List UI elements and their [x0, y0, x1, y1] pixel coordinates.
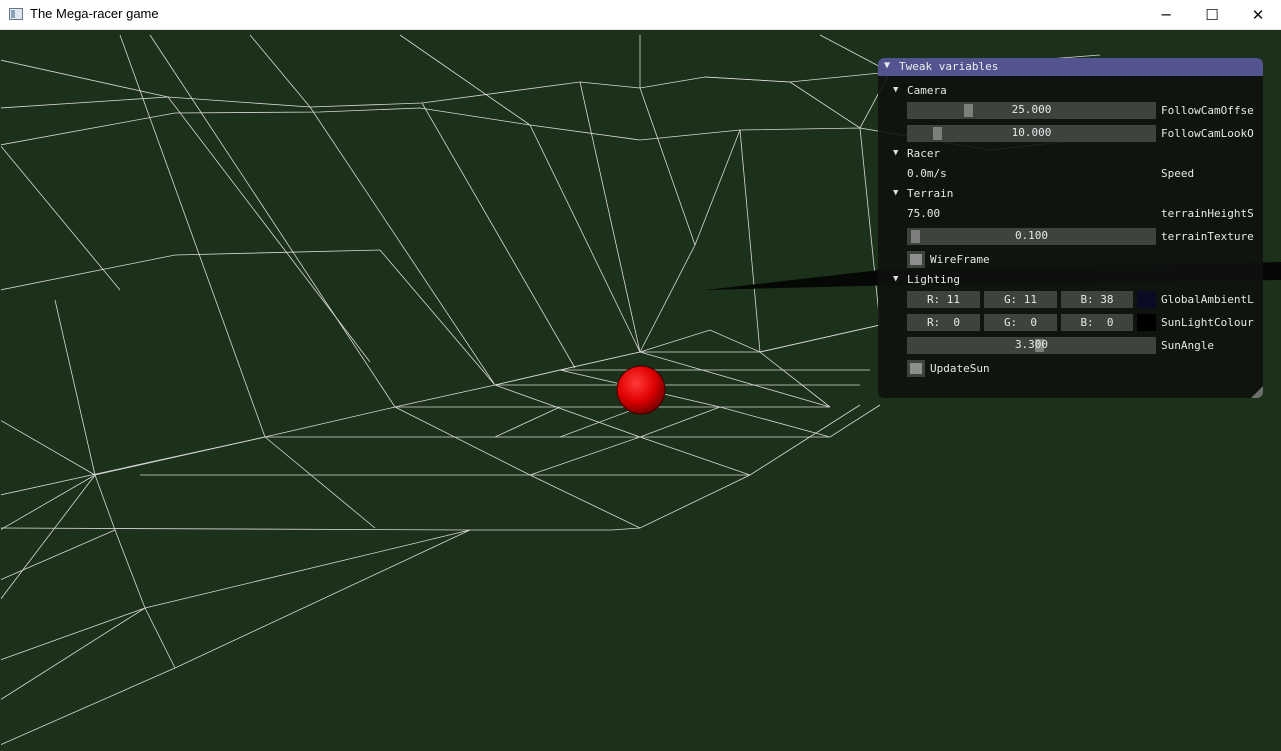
window-title: The Mega-racer game: [30, 6, 159, 21]
terrain-edge: [1, 249, 881, 386]
wireframe-label: WireFrame: [930, 253, 990, 266]
terrain-edge: [639, 351, 831, 408]
triangle-down-icon[interactable]: ▼: [893, 148, 898, 158]
terrain-edge: [704, 76, 791, 83]
triangle-down-icon[interactable]: ▼: [884, 60, 890, 71]
terrain-edge: [54, 299, 96, 476]
terrain-edge: [1, 474, 176, 669]
panel-title: Tweak variables: [899, 60, 999, 73]
sun-light-label: SunLightColour: [1161, 316, 1254, 329]
follow-cam-lookat-label: FollowCamLookO: [1161, 127, 1254, 140]
minimize-button[interactable]: ─: [1143, 0, 1189, 30]
slider-value: 0.100: [1014, 229, 1049, 242]
sun-light-swatch[interactable]: [1137, 314, 1156, 331]
follow-cam-offset-slider[interactable]: 25.000: [907, 102, 1156, 119]
triangle-down-icon[interactable]: ▼: [893, 188, 898, 198]
sun-light-g-field[interactable]: G: 0: [984, 314, 1057, 331]
terrain-edge: [639, 436, 751, 476]
global-ambient-label: GlobalAmbientL: [1161, 293, 1254, 306]
section-label: Terrain: [907, 187, 954, 200]
terrain-edge: [859, 127, 881, 326]
section-label: Camera: [907, 84, 947, 97]
title-bar: The Mega-racer game ─ ☐ ✕: [0, 0, 1281, 30]
terrain-edge: [1, 529, 471, 661]
terrain-texture-slider[interactable]: 0.100: [907, 228, 1156, 245]
section-label: Lighting: [907, 273, 960, 286]
terrain-edge: [119, 34, 266, 438]
close-button[interactable]: ✕: [1235, 0, 1281, 30]
checkbox-mark: [910, 254, 922, 265]
slider-value: 3.300: [1014, 338, 1049, 351]
terrain-edge: [1, 145, 121, 291]
sun-angle-label: SunAngle: [1161, 339, 1214, 352]
terrain-edge: [249, 34, 311, 108]
terrain-edge: [694, 129, 741, 246]
panel-title-bar[interactable]: ▼ Tweak variables: [878, 58, 1263, 76]
terrain-edge: [759, 351, 831, 408]
wireframe-checkbox[interactable]: [907, 251, 925, 268]
terrain-edge: [1, 404, 881, 530]
update-sun-label: UpdateSun: [930, 362, 990, 375]
slider-value: 10.000: [1011, 126, 1052, 139]
follow-cam-lookat-slider[interactable]: 10.000: [907, 125, 1156, 142]
resize-grip-icon[interactable]: [1251, 386, 1263, 398]
terrain-edge: [399, 34, 531, 126]
terrain-edge: [1, 420, 96, 476]
sun-light-r-field[interactable]: R: 0: [907, 314, 980, 331]
speed-value: 0.0m/s: [907, 167, 947, 180]
terrain-edge: [529, 436, 641, 476]
terrain-texture-label: terrainTexture: [1161, 230, 1254, 243]
terrain-edge: [579, 81, 641, 353]
terrain-edge: [264, 436, 376, 529]
maximize-button[interactable]: ☐: [1189, 0, 1235, 30]
terrain-edge: [1, 529, 116, 581]
checkbox-mark: [910, 363, 922, 374]
triangle-down-icon[interactable]: ▼: [893, 85, 898, 95]
terrain-edge: [421, 102, 576, 369]
section-label: Racer: [907, 147, 941, 160]
global-ambient-r-field[interactable]: R: 11: [907, 291, 980, 308]
terrain-edge: [719, 406, 831, 438]
global-ambient-swatch[interactable]: [1137, 291, 1156, 308]
terrain-edge: [739, 129, 761, 353]
global-ambient-b-field[interactable]: B: 38: [1061, 291, 1133, 308]
terrain-edge: [494, 406, 561, 438]
terrain-edge: [394, 406, 531, 476]
terrain-edge: [789, 81, 861, 129]
terrain-edge: [309, 106, 496, 386]
terrain-edge: [1, 529, 471, 745]
terrain-edge: [639, 244, 696, 353]
terrain-edge: [1, 607, 146, 700]
slider-value: 25.000: [1011, 103, 1052, 116]
terrain-edge: [167, 96, 371, 363]
terrain-edge: [639, 87, 696, 246]
racer-ball: [616, 365, 666, 415]
terrain-edge: [1, 59, 169, 98]
sun-angle-slider[interactable]: 3.300: [907, 337, 1156, 354]
update-sun-checkbox[interactable]: [907, 360, 925, 377]
triangle-down-icon[interactable]: ▼: [893, 274, 898, 284]
follow-cam-offset-label: FollowCamOffse: [1161, 104, 1254, 117]
app-window-icon: [9, 8, 23, 20]
speed-label: Speed: [1161, 167, 1195, 180]
tweak-variables-panel[interactable]: ▼ Tweak variables ▼ Camera 25.000 Follow…: [878, 58, 1263, 398]
terrain-edge: [529, 474, 641, 529]
sun-light-b-field[interactable]: B: 0: [1061, 314, 1133, 331]
terrain-height-label: terrainHeightS: [1161, 207, 1254, 220]
global-ambient-g-field[interactable]: G: 11: [984, 291, 1057, 308]
terrain-height-value: 75.00: [907, 207, 941, 220]
terrain-edge: [1, 324, 881, 496]
